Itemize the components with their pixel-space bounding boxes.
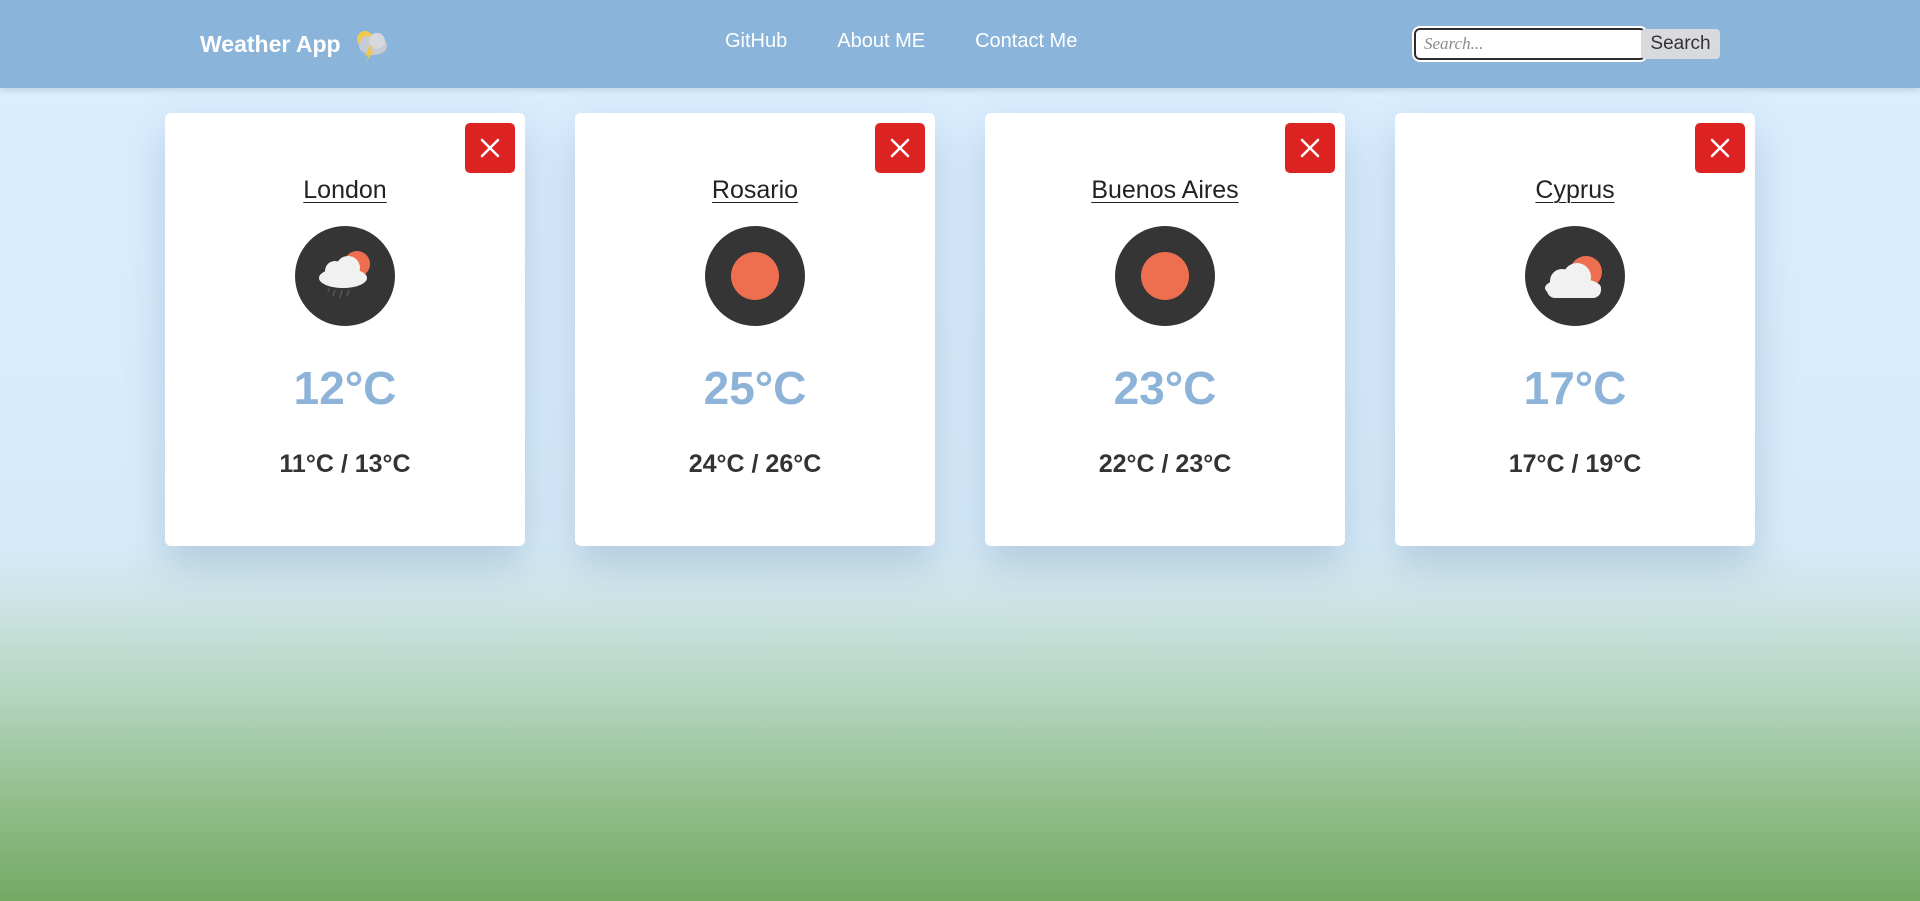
- rain-cloud-sun-icon: [295, 226, 395, 326]
- temperature-range: 22°C / 23°C: [1098, 450, 1232, 478]
- city-name[interactable]: London: [165, 176, 525, 205]
- current-temperature: 17°C: [1523, 362, 1627, 414]
- navbar: Weather App GitHub About ME Contact Me S…: [0, 0, 1920, 88]
- close-icon: [890, 138, 910, 158]
- temperature-range: 17°C / 19°C: [1508, 450, 1642, 478]
- current-temperature: 23°C: [1113, 362, 1217, 414]
- cloud-sun-icon: [1525, 226, 1625, 326]
- sun-icon: [705, 226, 805, 326]
- current-temperature: 12°C: [293, 362, 397, 414]
- brand[interactable]: Weather App: [200, 26, 391, 62]
- weather-card-rosario: Rosario 25°C 24°C / 26°C: [575, 113, 935, 546]
- search-input[interactable]: [1412, 26, 1648, 62]
- search-button[interactable]: Search: [1641, 29, 1720, 59]
- nav-link-contact-me[interactable]: Contact Me: [975, 30, 1077, 53]
- close-icon: [1710, 138, 1730, 158]
- storm-cloud-icon: [351, 26, 391, 62]
- close-card-button[interactable]: [875, 123, 925, 173]
- nav-link-about-me[interactable]: About ME: [837, 30, 925, 53]
- temperature-range: 24°C / 26°C: [688, 450, 822, 478]
- close-icon: [1300, 138, 1320, 158]
- close-card-button[interactable]: [1285, 123, 1335, 173]
- nav-link-github[interactable]: GitHub: [725, 30, 787, 53]
- nav-links: GitHub About ME Contact Me: [725, 30, 1077, 53]
- close-card-button[interactable]: [1695, 123, 1745, 173]
- city-name[interactable]: Rosario: [575, 176, 935, 205]
- weather-card-cyprus: Cyprus 17°C 17°C / 19°C: [1395, 113, 1755, 546]
- temperature-range: 11°C / 13°C: [279, 450, 411, 478]
- sun-icon: [1115, 226, 1215, 326]
- weather-card-buenos-aires: Buenos Aires 23°C 22°C / 23°C: [985, 113, 1345, 546]
- close-card-button[interactable]: [465, 123, 515, 173]
- current-temperature: 25°C: [703, 362, 807, 414]
- weather-card-london: London 12°C 11°C / 13°C: [165, 113, 525, 546]
- app-title: Weather App: [200, 30, 341, 57]
- close-icon: [480, 138, 500, 158]
- city-name[interactable]: Buenos Aires: [985, 176, 1345, 205]
- city-name[interactable]: Cyprus: [1395, 176, 1755, 205]
